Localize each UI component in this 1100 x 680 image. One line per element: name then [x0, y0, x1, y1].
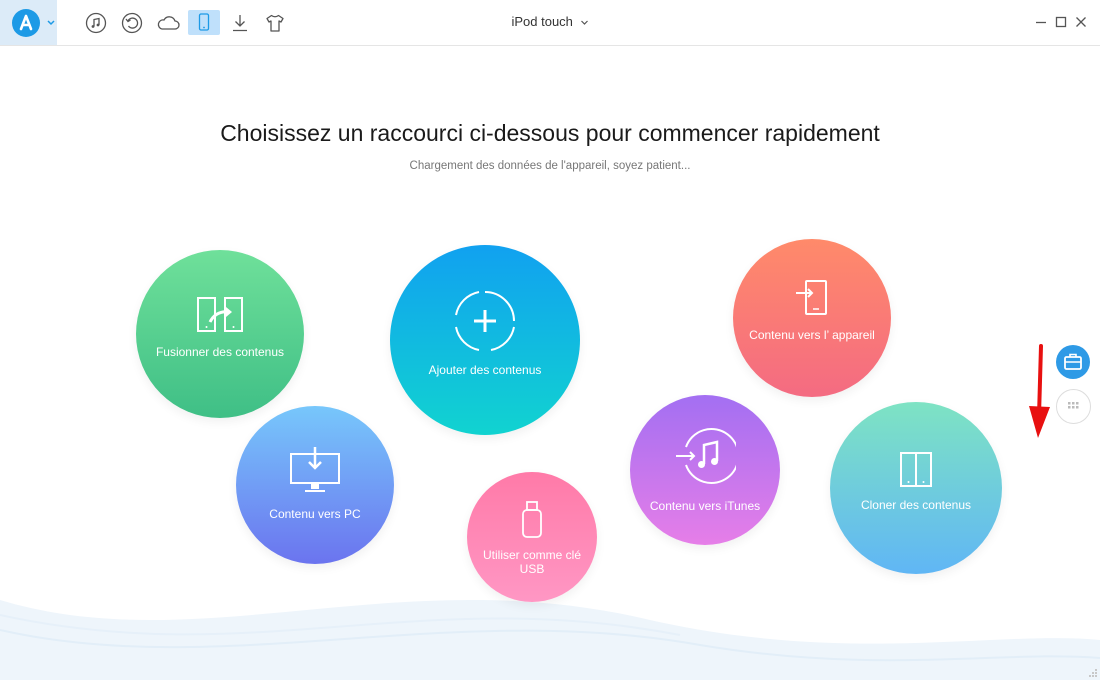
merge-content-button[interactable]: Fusionner des contenus: [136, 250, 304, 418]
annotation-arrow: [1029, 344, 1050, 438]
device-selector[interactable]: iPod touch: [0, 14, 1100, 30]
merge-icon: [196, 296, 244, 339]
chevron-down-icon: [580, 15, 589, 30]
clone-label: Cloner des contenus: [860, 498, 972, 512]
grid-icon: [1068, 402, 1079, 409]
content-to-pc-button[interactable]: Contenu vers PC: [236, 406, 394, 564]
toolbox-icon: [1064, 353, 1082, 370]
to-pc-label: Contenu vers PC: [269, 507, 361, 521]
add-label: Ajouter des contenus: [428, 363, 542, 377]
top-toolbar: iPod touch: [0, 0, 1100, 46]
itunes-icon: [674, 425, 740, 492]
page-title: Choisissez un raccourci ci-dessous pour …: [220, 120, 880, 146]
to-itunes-label: Contenu vers iTunes: [649, 499, 761, 513]
add-icon: [453, 289, 517, 358]
to-device-icon: [794, 279, 830, 322]
add-content-button[interactable]: Ajouter des contenus: [390, 245, 580, 435]
clone-content-button[interactable]: Cloner des contenus: [830, 402, 1002, 574]
computer-icon: [288, 446, 342, 499]
close-button[interactable]: [1073, 14, 1089, 30]
app-window: iPod touch Choisissez un raccourci ci-de…: [0, 0, 1100, 680]
merge-label: Fusionner des contenus: [155, 345, 285, 359]
clone-icon: [899, 451, 933, 494]
content-to-device-button[interactable]: Contenu vers l’ appareil: [733, 239, 891, 397]
use-as-usb-button[interactable]: Utiliser comme clé USB: [467, 472, 597, 602]
loading-status: Chargement des données de l'appareil, so…: [409, 160, 691, 172]
resize-grip-icon[interactable]: [1086, 666, 1098, 678]
content-to-itunes-button[interactable]: Contenu vers iTunes: [630, 395, 780, 545]
device-name: iPod touch: [511, 14, 573, 29]
toolkit-button[interactable]: [1056, 345, 1090, 379]
usb-label: Utiliser comme clé USB: [482, 548, 581, 576]
usb-icon: [519, 500, 545, 545]
to-device-label: Contenu vers l’ appareil: [749, 328, 875, 342]
maximize-button[interactable]: [1053, 14, 1069, 30]
minimize-button[interactable]: [1033, 14, 1049, 30]
apps-grid-button[interactable]: [1056, 389, 1091, 424]
